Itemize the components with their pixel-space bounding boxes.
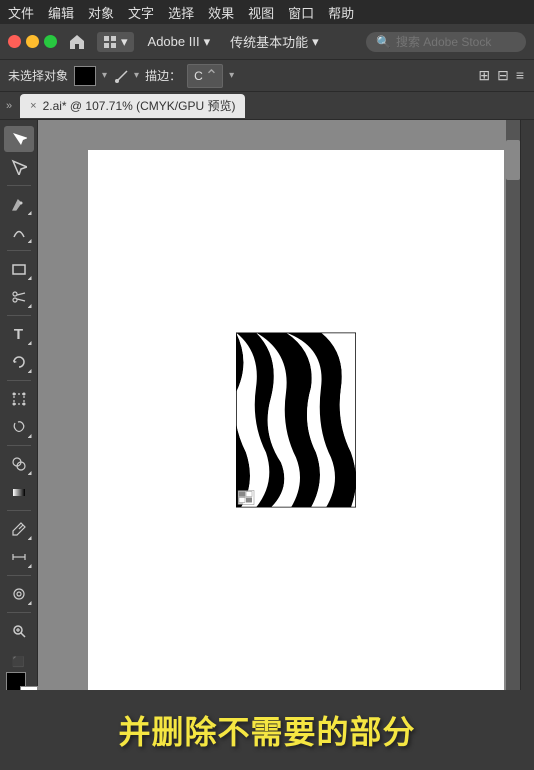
free-transform-tool[interactable] — [4, 386, 34, 412]
toolbar-primary: ▾ Adobe III ▾ 传统基本功能 ▾ 🔍 — [0, 24, 534, 60]
arrange-icon[interactable]: ⊞ — [476, 65, 492, 86]
layout-chevron: ▾ — [121, 34, 128, 50]
reset-colors-icon[interactable]: ⬛ — [12, 657, 24, 668]
select-tool[interactable] — [4, 126, 34, 152]
tool-separator-3 — [7, 315, 31, 316]
gradient-tool[interactable] — [4, 479, 34, 505]
eyedropper-tool[interactable] — [4, 516, 34, 542]
preset-name: 传统基本功能 — [230, 32, 308, 51]
menu-window[interactable]: 窗口 — [288, 3, 314, 22]
stock-search-bar[interactable]: 🔍 — [366, 32, 526, 52]
more-options-icon[interactable]: ≡ — [514, 65, 526, 86]
tool-separator-4 — [7, 380, 31, 381]
artboard — [88, 150, 504, 690]
shape-builder-tool[interactable] — [4, 451, 34, 477]
workspace-preset-selector[interactable]: Adobe III ▾ — [142, 32, 217, 52]
rectangle-tool[interactable] — [4, 256, 34, 282]
document-tab[interactable]: × 2.ai* @ 107.71% (CMYK/GPU 预览) — [20, 94, 245, 118]
tab-bar: » × 2.ai* @ 107.71% (CMYK/GPU 预览) — [0, 92, 534, 120]
tab-close-icon[interactable]: × — [30, 100, 36, 112]
tool-separator-8 — [7, 612, 31, 613]
preset-chevron: ▾ — [312, 34, 319, 50]
fill-color-chevron[interactable]: ▾ — [102, 70, 107, 81]
vertical-scrollbar-thumb[interactable] — [506, 140, 520, 180]
stock-search-input[interactable] — [396, 35, 516, 49]
menu-edit[interactable]: 编辑 — [48, 3, 74, 22]
panel-expand-icon[interactable]: » — [6, 100, 12, 112]
tab-title: 2.ai* @ 107.71% (CMYK/GPU 预览) — [43, 97, 236, 114]
right-panel — [520, 120, 534, 770]
toolbar-secondary: 未选择对象 ▾ ▾ 描边： C ⌃ ▾ ⊞ ⊟ ≡ — [0, 60, 534, 92]
artwork[interactable] — [236, 333, 356, 508]
menu-file[interactable]: 文件 — [8, 3, 34, 22]
distribute-icon[interactable]: ⊟ — [495, 65, 511, 86]
traffic-lights — [8, 35, 57, 48]
tool-separator-2 — [7, 250, 31, 251]
tool-separator-7 — [7, 575, 31, 576]
scissors-tool[interactable] — [4, 284, 34, 310]
stroke-dropdown-chevron[interactable]: ▾ — [229, 70, 234, 81]
warp-tool[interactable] — [4, 581, 34, 607]
close-button[interactable] — [8, 35, 21, 48]
tool-separator-6 — [7, 510, 31, 511]
workspace-chevron: ▾ — [204, 34, 211, 50]
tool-separator-5 — [7, 445, 31, 446]
stroke-label: 描边： — [145, 67, 181, 84]
menu-text[interactable]: 文字 — [128, 3, 154, 22]
home-icon[interactable] — [65, 30, 89, 54]
menu-select[interactable]: 选择 — [168, 3, 194, 22]
menu-bar: 文件 编辑 对象 文字 选择 效果 视图 窗口 帮助 — [0, 0, 534, 24]
menu-object[interactable]: 对象 — [88, 3, 114, 22]
zebra-artwork-svg — [236, 333, 356, 508]
zoom-tool[interactable] — [4, 618, 34, 644]
bottom-caption-bar: 并删除不需要的部分 — [0, 690, 534, 770]
lasso-tool[interactable] — [4, 414, 34, 440]
vertical-scrollbar[interactable] — [506, 120, 520, 754]
curvature-tool[interactable] — [4, 219, 34, 245]
caption-text: 并删除不需要的部分 — [118, 707, 415, 753]
align-icons-group: ⊞ ⊟ ≡ — [476, 65, 526, 86]
left-toolbar: T — [0, 120, 38, 770]
menu-help[interactable]: 帮助 — [328, 3, 354, 22]
fill-color-box[interactable] — [74, 66, 96, 86]
minimize-button[interactable] — [26, 35, 39, 48]
canvas-area[interactable] — [38, 120, 520, 770]
rotate-tool[interactable] — [4, 349, 34, 375]
preset-name-selector[interactable]: 传统基本功能 ▾ — [224, 30, 325, 53]
text-tool[interactable]: T — [4, 321, 34, 347]
main-area: T — [0, 120, 534, 770]
selection-status: 未选择对象 — [8, 67, 68, 84]
maximize-button[interactable] — [44, 35, 57, 48]
stroke-value-input[interactable]: C ⌃ — [187, 64, 223, 88]
pen-tool[interactable] — [4, 191, 34, 217]
workspace-layout-selector[interactable]: ▾ — [97, 32, 134, 52]
stroke-icon-chevron[interactable]: ▾ — [134, 70, 139, 81]
tool-separator-1 — [7, 185, 31, 186]
workspace-name: Adobe III — [148, 34, 200, 49]
menu-view[interactable]: 视图 — [248, 3, 274, 22]
direct-select-tool[interactable] — [4, 154, 34, 180]
search-icon: 🔍 — [376, 35, 391, 49]
stroke-icon — [113, 67, 131, 85]
menu-effect[interactable]: 效果 — [208, 3, 234, 22]
measure-tool[interactable] — [4, 544, 34, 570]
